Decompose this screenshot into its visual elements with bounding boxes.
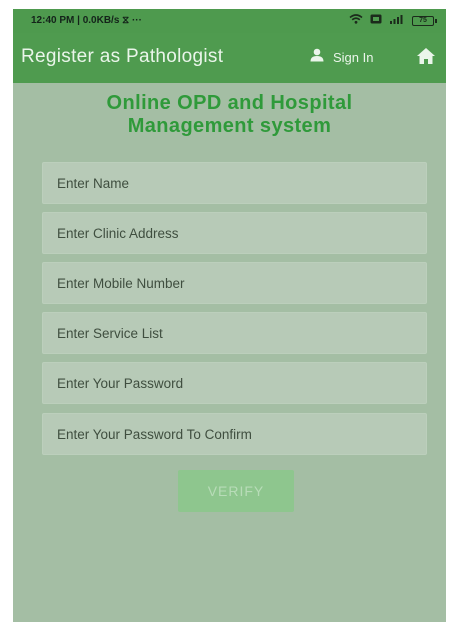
person-icon [309,48,325,67]
sign-in-label: Sign In [333,50,374,65]
battery-icon: 75 [412,15,437,26]
headline-line-1: Online OPD and Hospital [106,92,353,114]
service-list-input[interactable] [42,312,427,354]
status-time: 12:40 PM | 0.0KB/s ⧖ ··· [31,15,142,26]
name-input[interactable] [42,162,427,204]
headline-line-2: Management system [127,115,332,137]
status-bar: 12:40 PM | 0.0KB/s ⧖ ··· 75 [13,9,446,33]
status-icons: 75 [349,14,437,27]
home-button[interactable] [416,47,436,67]
page-title: Register as Pathologist [21,46,224,67]
app-bar: Register as Pathologist Sign In [13,33,446,83]
signal-icon [389,14,405,27]
verify-button[interactable]: VERIFY [178,470,294,512]
app-headline: Online OPD and Hospital Management syste… [13,92,446,138]
confirm-password-input[interactable] [42,413,427,455]
clinic-address-input[interactable] [42,212,427,254]
home-icon [416,48,436,69]
phone-screen: 12:40 PM | 0.0KB/s ⧖ ··· 75 Register as … [13,9,446,622]
password-input[interactable] [42,362,427,404]
data-saver-icon [370,14,382,27]
wifi-icon [349,14,363,27]
sign-in-button[interactable]: Sign In [309,48,373,67]
mobile-number-input[interactable] [42,262,427,304]
